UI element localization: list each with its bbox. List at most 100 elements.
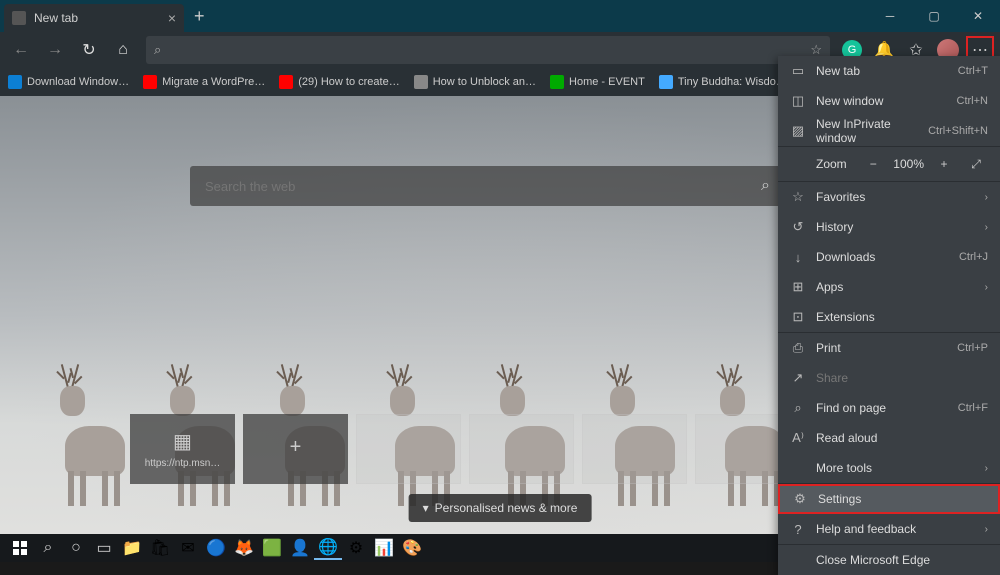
empty-tile[interactable] <box>356 414 461 484</box>
chevron-right-icon: › <box>985 192 988 203</box>
empty-tile[interactable] <box>582 414 687 484</box>
menu-extensions[interactable]: ⊡Extensions <box>778 302 1000 332</box>
menu-share: ↗Share <box>778 363 1000 393</box>
tab-favicon <box>12 11 26 25</box>
menu-zoom: Zoom−100%+⤢ <box>778 147 1000 181</box>
file-explorer-icon[interactable]: 📁 <box>118 536 146 560</box>
back-button[interactable]: ← <box>6 35 36 65</box>
menu-find[interactable]: ⌕Find on pageCtrl+F <box>778 393 1000 423</box>
address-input[interactable] <box>167 43 810 58</box>
site-icon: ▦ <box>173 429 192 454</box>
chrome-icon[interactable]: 🔵 <box>202 536 230 560</box>
forward-button[interactable]: → <box>40 35 70 65</box>
extensions-icon: ⊡ <box>790 309 806 325</box>
menu-favorites[interactable]: ☆Favorites› <box>778 182 1000 212</box>
titlebar: New tab × + ─ ▢ ✕ <box>0 0 1000 32</box>
app-icon[interactable]: 🟩 <box>258 536 286 560</box>
home-button[interactable]: ⌂ <box>108 35 138 65</box>
chevron-right-icon: › <box>985 524 988 535</box>
menu-new-inprivate[interactable]: ▨New InPrivate windowCtrl+Shift+N <box>778 116 1000 146</box>
zoom-in-button[interactable]: + <box>932 157 956 171</box>
news-button-label: Personalised news & more <box>435 501 578 515</box>
zoom-out-button[interactable]: − <box>861 157 885 171</box>
close-window-button[interactable]: ✕ <box>956 0 1000 32</box>
chevron-right-icon: › <box>985 463 988 474</box>
empty-tile[interactable] <box>469 414 574 484</box>
help-icon: ? <box>790 522 806 537</box>
settings-dropdown-menu: ▭New tabCtrl+T ◫New windowCtrl+N ▨New In… <box>778 56 1000 575</box>
chevron-down-icon: ▾ <box>423 501 429 515</box>
news-toggle-button[interactable]: ▾ Personalised news & more <box>409 494 592 522</box>
share-icon: ↗ <box>790 370 806 386</box>
task-view-icon[interactable]: ▭ <box>90 536 118 560</box>
menu-help[interactable]: ?Help and feedback› <box>778 514 1000 544</box>
microsoft-store-icon[interactable]: 🛍 <box>146 536 174 560</box>
bookmark-label: Download Window… <box>27 76 129 88</box>
menu-print[interactable]: ⎙PrintCtrl+P <box>778 333 1000 363</box>
print-icon: ⎙ <box>790 340 806 356</box>
edge-icon[interactable]: 🌐 <box>314 536 342 560</box>
maximize-button[interactable]: ▢ <box>912 0 956 32</box>
inprivate-icon: ▨ <box>790 123 806 139</box>
menu-settings[interactable]: ⚙Settings <box>778 484 1000 514</box>
bookmark-label: (29) How to create… <box>298 76 399 88</box>
bookmark-item[interactable]: Migrate a WordPre… <box>143 75 265 89</box>
bookmark-label: Migrate a WordPre… <box>162 76 265 88</box>
paint-icon[interactable]: 🎨 <box>398 536 426 560</box>
star-icon: ☆ <box>790 189 806 205</box>
menu-more-tools[interactable]: More tools› <box>778 453 1000 483</box>
new-tab-icon: ▭ <box>790 63 806 79</box>
bookmark-item[interactable]: How to Unblock an… <box>414 75 536 89</box>
plus-icon: + <box>290 436 302 459</box>
bookmark-item[interactable]: (29) How to create… <box>279 75 399 89</box>
menu-new-tab[interactable]: ▭New tabCtrl+T <box>778 56 1000 86</box>
start-button[interactable] <box>6 536 34 560</box>
menu-history[interactable]: ↺History› <box>778 212 1000 242</box>
minimize-button[interactable]: ─ <box>868 0 912 32</box>
bookmark-label: Tiny Buddha: Wisdo… <box>678 76 787 88</box>
address-bar[interactable]: ⌕ ☆ <box>146 36 830 64</box>
window-controls: ─ ▢ ✕ <box>868 0 1000 32</box>
quick-links: ▦ https://ntp.msn… + <box>130 414 800 484</box>
chevron-right-icon: › <box>985 282 988 293</box>
read-aloud-icon: A⁾ <box>790 430 806 446</box>
bookmark-item[interactable]: Tiny Buddha: Wisdo… <box>659 75 787 89</box>
add-tile-button[interactable]: + <box>243 414 348 484</box>
mail-icon[interactable]: ✉ <box>174 536 202 560</box>
menu-new-window[interactable]: ◫New windowCtrl+N <box>778 86 1000 116</box>
web-search-box[interactable]: ⌕ <box>190 166 785 206</box>
quick-link-tile[interactable]: ▦ https://ntp.msn… <box>130 414 235 484</box>
menu-downloads[interactable]: ↓DownloadsCtrl+J <box>778 242 1000 272</box>
bookmark-item[interactable]: Download Window… <box>8 75 129 89</box>
new-window-icon: ◫ <box>790 93 806 109</box>
close-tab-icon[interactable]: × <box>168 10 176 26</box>
web-search-input[interactable] <box>205 179 761 194</box>
excel-icon[interactable]: 📊 <box>370 536 398 560</box>
bookmark-label: How to Unblock an… <box>433 76 536 88</box>
settings-icon[interactable]: ⚙ <box>342 536 370 560</box>
bookmark-item[interactable]: Home - EVENT <box>550 75 645 89</box>
tab-title: New tab <box>34 11 168 25</box>
download-icon: ↓ <box>790 250 806 265</box>
menu-close-edge[interactable]: Close Microsoft Edge <box>778 545 1000 575</box>
firefox-icon[interactable]: 🦊 <box>230 536 258 560</box>
find-icon: ⌕ <box>790 400 806 416</box>
app-icon[interactable]: 👤 <box>286 536 314 560</box>
search-icon[interactable]: ⌕ <box>761 177 770 195</box>
bookmark-label: Home - EVENT <box>569 76 645 88</box>
cortana-icon[interactable]: ○ <box>62 536 90 560</box>
chevron-right-icon: › <box>985 222 988 233</box>
apps-icon: ⊞ <box>790 279 806 295</box>
new-tab-button[interactable]: + <box>194 6 205 27</box>
gear-icon: ⚙ <box>792 491 808 507</box>
zoom-value: 100% <box>893 157 924 171</box>
fullscreen-button[interactable]: ⤢ <box>964 157 988 172</box>
taskbar-search-icon[interactable]: ⌕ <box>34 536 62 560</box>
tile-label: https://ntp.msn… <box>145 458 221 469</box>
search-icon: ⌕ <box>154 42 161 58</box>
browser-tab[interactable]: New tab × <box>4 4 184 32</box>
menu-read-aloud[interactable]: A⁾Read aloud <box>778 423 1000 453</box>
refresh-button[interactable]: ↻ <box>74 35 104 65</box>
history-icon: ↺ <box>790 219 806 235</box>
menu-apps[interactable]: ⊞Apps› <box>778 272 1000 302</box>
